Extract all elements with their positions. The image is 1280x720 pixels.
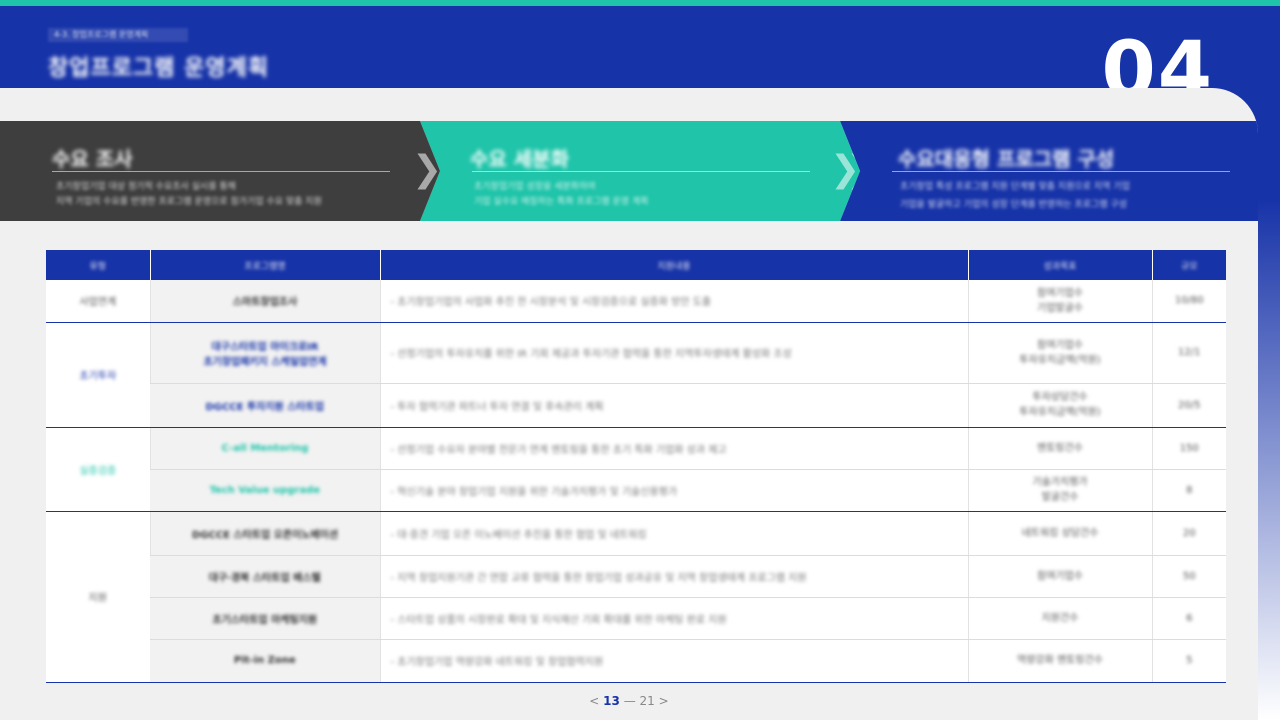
program-name-cell: DGCCE 투자지원 스타트업 [150,383,380,428]
program-table: 유형 프로그램명 지원내용 성과목표 규모 사업연계 스마트창업조사 - 초기창… [46,250,1226,683]
page-indicator: < 13 — 21 > [0,694,1258,708]
size-cell: 10/80 [1151,280,1226,323]
program-name-cell: 스마트창업조사 [149,280,380,323]
description-cell: - 선정기업 수요자 분야별 전문가 연계 멘토링을 통한 초기 특화 기업화 … [379,427,968,470]
description-cell: - 혁신기술 분야 창업기업 지원을 위한 기술가치평가 및 기술신용평가 [379,469,968,512]
program-name-cell: Tech Value upgrade [150,469,380,512]
target-cell: 기술가치평가 발굴건수 [967,469,1152,512]
description-cell: - 스타트업 상품의 시장판로 확대 및 지식재산 기회 확대를 위한 마케팅 … [379,597,968,640]
target-cell: 참여기업수 [967,555,1152,598]
program-name-cell: 대구스타트업 마이크로IR 초기창업패키지 스케일업연계 [149,322,380,384]
step-program-composition: 수요대응형 프로그램 구성 초기창업 특성 프로그램 지원 단계별 맞춤 지원으… [840,121,1258,221]
step-divider [892,171,1230,172]
category-cell: 사업연계 [46,280,150,323]
column-header: 지원내용 [379,250,968,280]
step-desc: 기업을 발굴하고 기업의 성장 단계를 반영하는 프로그램 구성 [900,200,1128,210]
table-row: 실증검증 C-all Mentoring - 선정기업 수요자 분야별 전문가 … [46,427,1226,512]
table-row: Pit-in Zone - 초기창업기업 역량강화 네트워킹 및 창업협력지원 … [46,639,1226,683]
program-name-cell: 초기스타트업 마케팅지원 [150,597,380,640]
step-demand-survey: 수요 조사 초기창업기업 대상 정기적 수요조사 실시를 통해 지역 기업의 수… [0,121,440,221]
description-cell: - 초기창업기업 역량강화 네트워킹 및 창업협력지원 [379,639,968,683]
target-cell: 참여기업수 기업발굴수 [967,280,1152,323]
current-page: 13 [603,694,620,708]
program-name-cell: DGCCE 스타트업 오픈이노베이션 [149,511,380,556]
step-divider [52,171,390,172]
program-name-cell: 대구·경북 스타트업 배스텔 [150,555,380,598]
size-cell: 12/1 [1151,322,1226,384]
category-cell: 지원 [46,511,150,683]
description-cell: - 선정기업의 투자유치를 위한 IR 기회 제공과 투자기관 협력을 통한 지… [379,322,968,384]
table-row: 초기투자 대구스타트업 마이크로IR 초기창업패키지 스케일업연계 - 선정기업의… [46,322,1226,428]
category-cell: 초기투자 [46,322,150,428]
target-cell: 지원건수 [967,597,1152,640]
target-cell: 역량강화 멘토링건수 [967,639,1152,683]
section-label: 4-3. 창업프로그램 운영계획 [48,28,188,42]
size-cell: 150 [1151,427,1226,470]
category-cell: 실증검증 [46,427,150,512]
description-cell: - 투자 협력기관 파트너 투자 연결 및 후속관리 계획 [379,383,968,428]
table-row: 초기스타트업 마케팅지원 - 스타트업 상품의 시장판로 확대 및 지식재산 기… [46,597,1226,640]
step-desc: 지역 기업의 수요를 반영한 프로그램 운영으로 참가기업 수요 맞춤 지원 [56,197,322,207]
table-row: 지원 DGCCE 스타트업 오픈이노베이션 - 대·중견 기업 오픈 이노베이션… [46,511,1226,683]
step-desc: 초기창업기업 성장을 세분화하여 [474,182,596,192]
column-header: 유형 [46,250,150,280]
step-title: 수요 세분화 [470,147,569,171]
size-cell: 6 [1151,597,1226,640]
size-cell: 5 [1151,639,1226,683]
column-header: 규모 [1151,250,1226,280]
table-row: Tech Value upgrade - 혁신기술 분야 창업기업 지원을 위한… [46,469,1226,512]
target-cell: 참여기업수 투자유치금액(억원) [967,322,1152,384]
size-cell: 8 [1151,469,1226,512]
step-desc: 초기창업 특성 프로그램 지원 단계별 맞춤 지원으로 지역 기업 [900,182,1130,192]
program-name-cell: Pit-in Zone [150,639,380,683]
column-header: 성과목표 [967,250,1152,280]
description-cell: - 대·중견 기업 오픈 이노베이션 추진을 통한 협업 및 네트워킹 [379,511,968,556]
process-steps: 수요 조사 초기창업기업 대상 정기적 수요조사 실시를 통해 지역 기업의 수… [0,121,1258,221]
description-cell: - 지역 창업지원기관 간 연합 교류 협력을 통한 창업기업 성과공유 및 지… [379,555,968,598]
table-row: 사업연계 스마트창업조사 - 초기창업기업의 사업화 추진 전 시장분석 및 시… [46,280,1226,323]
prev-page-button[interactable]: < [589,694,599,708]
column-header: 프로그램명 [149,250,380,280]
description-cell: - 초기창업기업의 사업화 추진 전 시장분석 및 시장검증으로 실증화 방안 … [379,280,968,323]
target-cell: 투자상담건수 투자유치금액(억원) [967,383,1152,428]
program-name-cell: C-all Mentoring [149,427,380,470]
table-row: DGCCE 투자지원 스타트업 - 투자 협력기관 파트너 투자 연결 및 후속… [46,383,1226,428]
step-divider [472,171,810,172]
content-panel: 수요 조사 초기창업기업 대상 정기적 수요조사 실시를 통해 지역 기업의 수… [0,88,1258,720]
table-header-row: 유형 프로그램명 지원내용 성과목표 규모 [46,250,1226,280]
step-desc: 기업 실수요 매칭하는 특화 프로그램 운영 계획 [474,197,649,207]
step-title: 수요 조사 [52,147,133,171]
step-title: 수요대응형 프로그램 구성 [898,147,1115,171]
page-title: 창업프로그램 운영계획 [48,56,270,81]
target-cell: 멘토링건수 [967,427,1152,470]
size-cell: 50 [1151,555,1226,598]
table-row: 대구·경북 스타트업 배스텔 - 지역 창업지원기관 간 연합 교류 협력을 통… [46,555,1226,598]
step-desc: 초기창업기업 대상 정기적 수요조사 실시를 통해 [56,182,236,192]
size-cell: 20/5 [1151,383,1226,428]
decorative-gradient-bar [1258,200,1280,720]
next-page-button[interactable]: > [659,694,669,708]
size-cell: 20 [1151,511,1226,556]
total-pages: 21 [639,694,655,708]
page-separator: — [623,694,636,708]
target-cell: 네트워킹 상담건수 [967,511,1152,556]
step-demand-segmentation: 수요 세분화 초기창업기업 성장을 세분화하여 기업 실수요 매칭하는 특화 프… [420,121,860,221]
